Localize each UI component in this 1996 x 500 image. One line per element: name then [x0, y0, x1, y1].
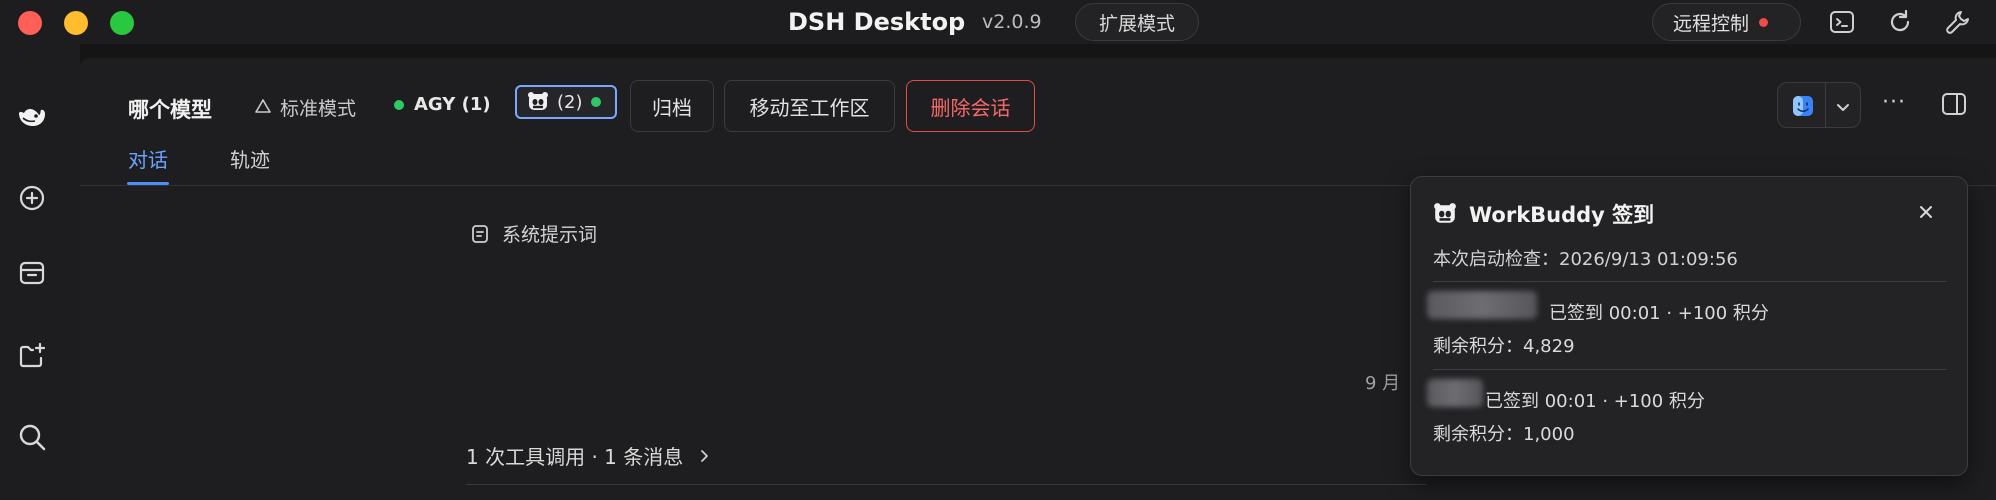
- whale-logo-icon[interactable]: [16, 99, 48, 131]
- check-time: 本次启动检查：2026/9/13 01:09:56: [1433, 249, 1738, 270]
- refresh-icon[interactable]: [1886, 8, 1914, 36]
- recycle-icon: [255, 98, 271, 113]
- sidebar-toggle-icon[interactable]: [1940, 90, 1968, 118]
- system-prompt-toggle[interactable]: 系统提示词: [470, 220, 597, 247]
- dropdown-separator: [1825, 83, 1826, 127]
- session-header: 哪个模型 标准模式 AGY (1) (2) 归档 移动至工作区 删除会话 ···: [80, 80, 1996, 134]
- finder-app-icon: [1793, 96, 1813, 116]
- new-folder-icon[interactable]: [16, 340, 48, 372]
- tool-call-summary-label: 1 次工具调用 · 1 条消息: [466, 445, 684, 469]
- archive-icon[interactable]: [16, 257, 48, 289]
- workbuddy-status-dot: [590, 97, 601, 107]
- extension-mode-button[interactable]: 扩展模式: [1075, 3, 1199, 41]
- entry-remaining: 剩余积分：4,829: [1433, 336, 1575, 357]
- workbuddy-selector[interactable]: (2): [515, 85, 617, 119]
- workbuddy-checkin-popup: WorkBuddy 签到 本次启动检查：2026/9/13 01:09:56 已…: [1410, 176, 1968, 476]
- remote-control-label: 远程控制: [1673, 12, 1750, 35]
- system-prompt-label: 系统提示词: [502, 224, 598, 246]
- remote-status-dot: [1759, 17, 1769, 27]
- account-name-redacted: [1427, 291, 1537, 319]
- popup-divider: [1433, 369, 1947, 370]
- popup-title: WorkBuddy 签到: [1433, 199, 1654, 229]
- sidebar: [0, 44, 80, 500]
- document-icon: [472, 224, 488, 243]
- panda-icon: [528, 92, 548, 110]
- entry-status: 已签到 00:01 · +100 积分: [1549, 303, 1769, 324]
- search-icon[interactable]: [16, 421, 48, 453]
- agy-selector[interactable]: AGY (1): [394, 94, 491, 115]
- close-window-button[interactable]: [18, 11, 42, 35]
- message-date: 9 月: [1365, 373, 1401, 394]
- popup-title-text: WorkBuddy 签到: [1469, 203, 1655, 227]
- entry-remaining: 剩余积分：1,000: [1433, 424, 1575, 445]
- popup-divider: [1433, 281, 1947, 282]
- move-to-workspace-button[interactable]: 移动至工作区: [724, 80, 895, 132]
- zoom-window-button[interactable]: [110, 11, 134, 35]
- new-chat-icon[interactable]: [16, 182, 48, 214]
- app-dropdown-button[interactable]: [1777, 82, 1861, 128]
- tool-call-summary[interactable]: 1 次工具调用 · 1 条消息: [466, 441, 713, 470]
- standard-mode-label: 标准模式: [280, 98, 357, 120]
- terminal-icon[interactable]: [1828, 8, 1856, 36]
- title-bar: DSH Desktop v2.0.9 扩展模式 远程控制: [0, 0, 1996, 44]
- delete-button-label: 删除会话: [930, 95, 1011, 120]
- app-title: DSH Desktop: [788, 8, 966, 36]
- minimize-window-button[interactable]: [64, 11, 88, 35]
- standard-mode-toggle[interactable]: 标准模式: [252, 94, 356, 121]
- tab-conversation[interactable]: 对话: [127, 144, 169, 185]
- content-divider: [466, 484, 1426, 485]
- chevron-right-icon: [701, 449, 709, 462]
- more-options-button[interactable]: ···: [1882, 90, 1906, 115]
- close-icon[interactable]: [1917, 203, 1935, 221]
- chevron-down-icon: [1837, 104, 1849, 111]
- panda-icon: [1434, 203, 1456, 223]
- tab-trajectory[interactable]: 轨迹: [230, 144, 270, 173]
- extension-mode-label: 扩展模式: [1098, 12, 1175, 35]
- entry-status: 已签到 00:01 · +100 积分: [1485, 391, 1705, 412]
- model-label[interactable]: 哪个模型: [128, 94, 212, 124]
- wrench-icon[interactable]: [1944, 8, 1972, 36]
- workbuddy-count: (2): [557, 91, 583, 113]
- move-button-label: 移动至工作区: [749, 95, 870, 120]
- archive-button-label: 归档: [652, 95, 692, 120]
- archive-button[interactable]: 归档: [630, 80, 714, 132]
- app-version: v2.0.9: [982, 11, 1042, 33]
- account-name-redacted: [1427, 379, 1483, 407]
- remote-control-button[interactable]: 远程控制: [1652, 3, 1801, 41]
- agy-status-dot: [394, 99, 404, 110]
- delete-session-button[interactable]: 删除会话: [906, 80, 1035, 132]
- agy-label: AGY (1): [414, 94, 491, 115]
